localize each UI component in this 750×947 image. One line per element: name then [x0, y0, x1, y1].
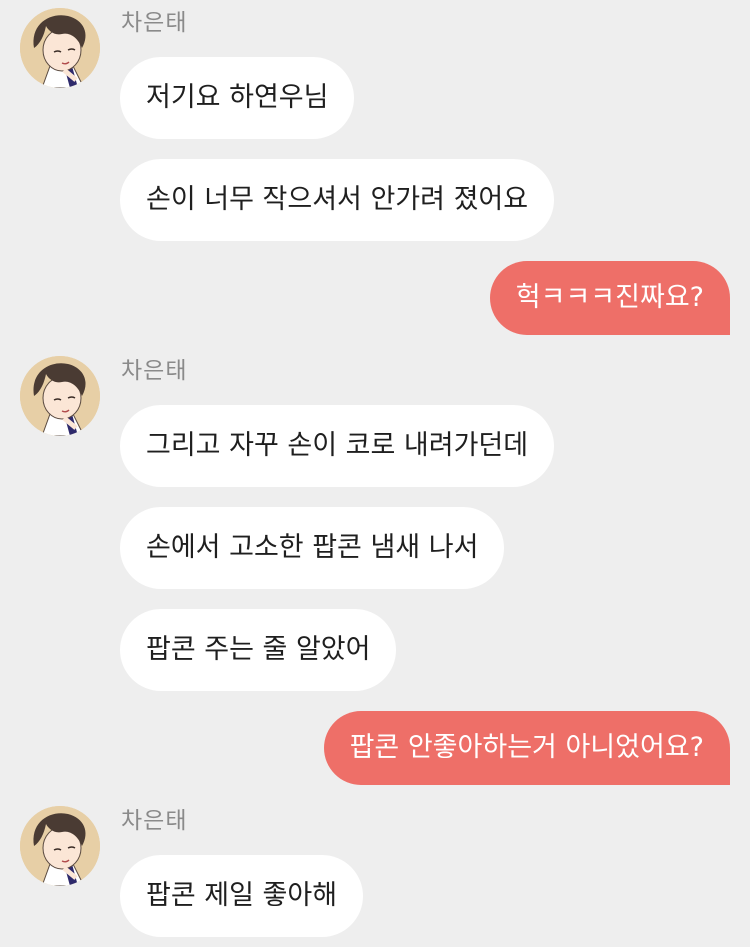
sender-name: 차은태: [121, 808, 188, 834]
character-avatar-icon[interactable]: [20, 8, 100, 88]
sender-name: 차은태: [121, 10, 188, 36]
outgoing-message-bubble[interactable]: 팝콘 안좋아하는거 아니었어요?: [323, 711, 730, 785]
outgoing-message-bubble[interactable]: 헉ㅋㅋㅋ진짜요?: [489, 261, 730, 335]
sender-name: 차은태: [121, 358, 188, 384]
chat-thread: 차은태 저기요 하연우님 손이 너무 작으셔서 안가려 졌어요 헉ㅋㅋㅋ진짜요?…: [0, 0, 750, 947]
incoming-message-bubble[interactable]: 그리고 자꾸 손이 코로 내려가던데: [120, 405, 555, 487]
character-avatar-icon[interactable]: [20, 356, 100, 436]
incoming-message-bubble[interactable]: 팝콘 제일 좋아해: [120, 855, 364, 937]
incoming-message-bubble[interactable]: 저기요 하연우님: [120, 57, 355, 139]
incoming-message-bubble[interactable]: 손에서 고소한 팝콘 냄새 나서: [120, 507, 505, 589]
character-avatar-icon[interactable]: [20, 806, 100, 886]
incoming-message-bubble[interactable]: 손이 너무 작으셔서 안가려 졌어요: [120, 159, 555, 241]
incoming-message-bubble[interactable]: 팝콘 주는 줄 알았어: [120, 609, 397, 691]
